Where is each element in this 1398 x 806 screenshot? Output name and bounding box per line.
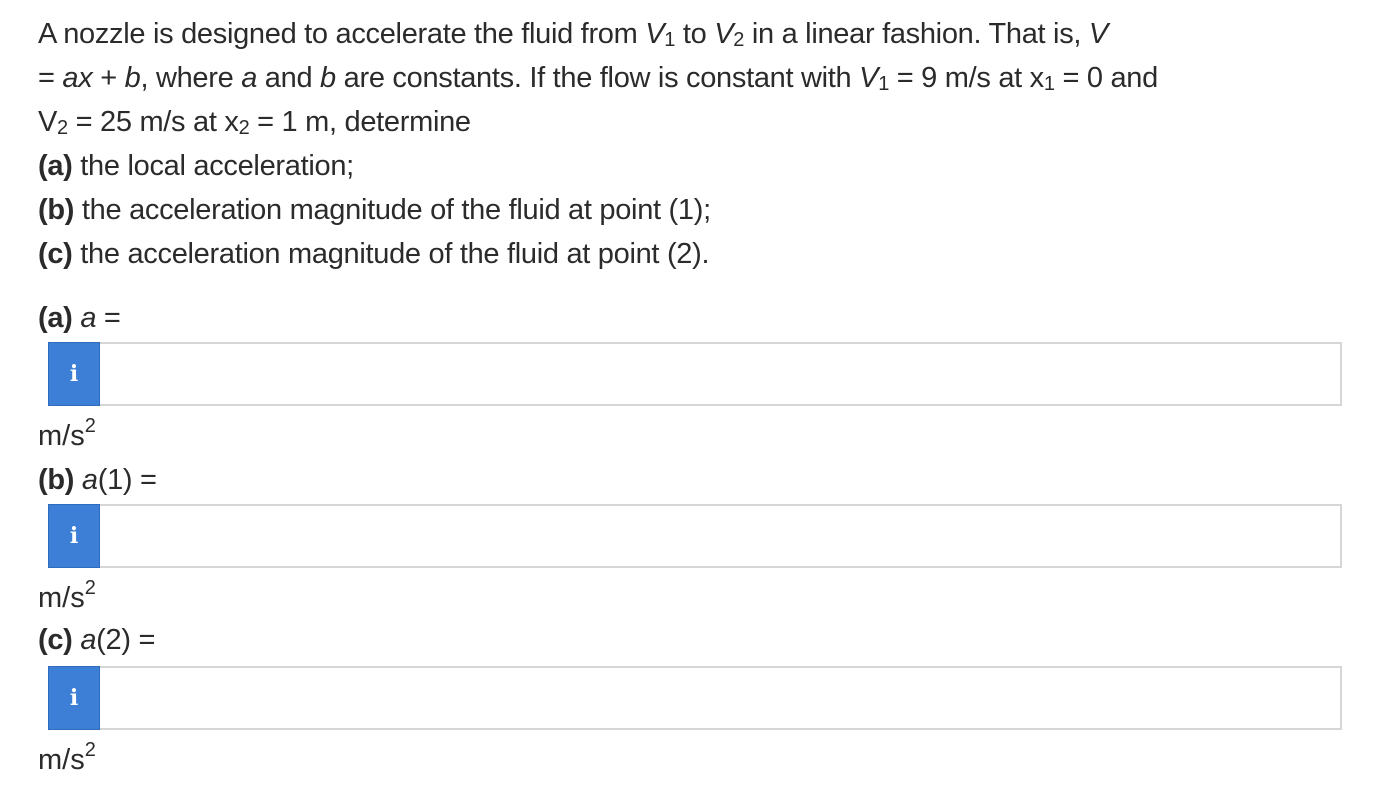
answer-row-a: i xyxy=(48,342,1342,406)
answer-input-b[interactable] xyxy=(100,504,1342,568)
answer-row-b: i xyxy=(48,504,1342,568)
unit-a: m/s2 xyxy=(38,415,96,452)
part-a-description: (a) the local acceleration; xyxy=(38,150,354,182)
question-page: A nozzle is designed to accelerate the f… xyxy=(0,0,1398,806)
answer-row-c: i xyxy=(48,666,1342,730)
problem-line-1: A nozzle is designed to accelerate the f… xyxy=(38,18,1108,51)
answer-input-a[interactable] xyxy=(100,342,1342,406)
answer-input-c[interactable] xyxy=(100,666,1342,730)
question-c-label: (c) a(2) = xyxy=(38,624,156,656)
question-a-label: (a) a = xyxy=(38,302,121,334)
problem-statement: A nozzle is designed to accelerate the f… xyxy=(38,12,1358,276)
info-icon[interactable]: i xyxy=(48,666,100,730)
question-b-label: (b) a(1) = xyxy=(38,464,157,496)
unit-b: m/s2 xyxy=(38,577,96,614)
problem-line-3: V2 = 25 m/s at x2 = 1 m, determine xyxy=(38,106,471,139)
info-icon[interactable]: i xyxy=(48,504,100,568)
unit-c: m/s2 xyxy=(38,739,96,776)
part-c-description: (c) the acceleration magnitude of the fl… xyxy=(38,238,710,270)
info-icon[interactable]: i xyxy=(48,342,100,406)
part-b-description: (b) the acceleration magnitude of the fl… xyxy=(38,194,711,226)
problem-line-2: = ax + b, where a and b are constants. I… xyxy=(38,62,1158,95)
